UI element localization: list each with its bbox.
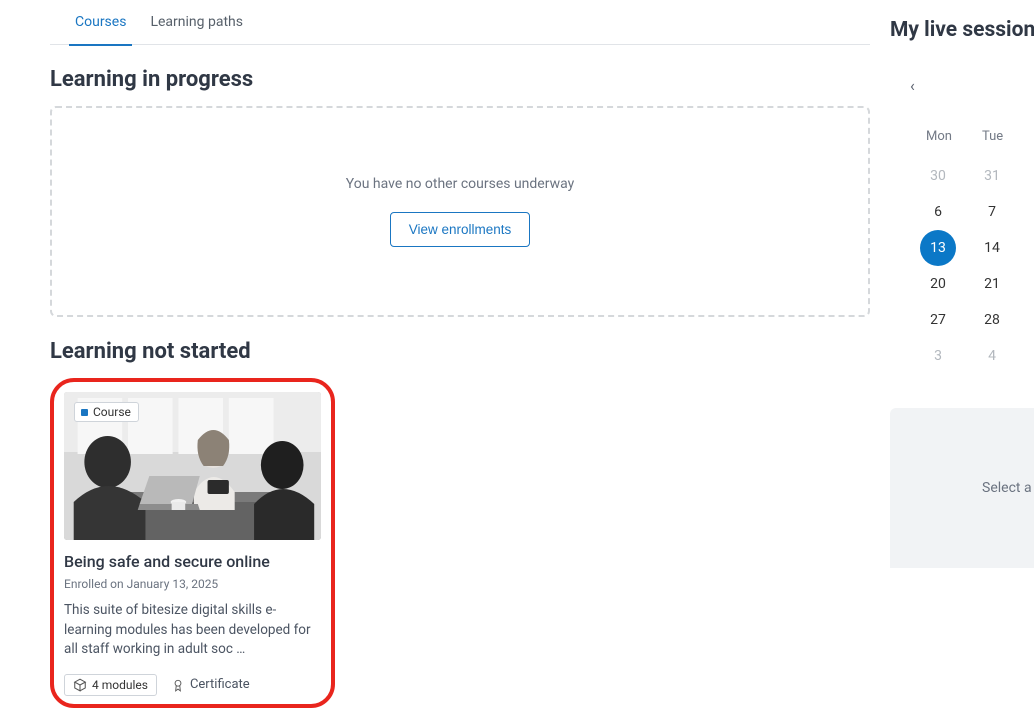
course-card-meta: 4 modules Certificate [64,674,321,696]
course-card-enrolled-date: Enrolled on January 13, 2025 [64,577,321,591]
calendar-day-headers: Mon Tue [890,129,1034,144]
course-card-image: Course [64,392,321,540]
calendar-day[interactable]: 20 [926,276,950,292]
calendar-nav: ‹ [890,76,1034,95]
certificate-text: Certificate [190,677,250,692]
calendar-prev-icon[interactable]: ‹ [910,76,915,95]
day-header-mon: Mon [926,129,952,144]
empty-courses-message: You have no other courses underway [346,176,574,192]
section-learning-not-started-title: Learning not started [50,339,870,364]
calendar-day-selected[interactable]: 13 [926,240,950,256]
tab-learning-paths[interactable]: Learning paths [150,2,243,42]
sidebar-title: My live session [890,18,1034,42]
in-progress-empty-box: You have no other courses underway View … [50,106,870,317]
calendar-day[interactable]: 6 [926,204,950,220]
tab-courses[interactable]: Courses [75,2,126,42]
calendar-day[interactable]: 21 [980,276,1004,292]
calendar-day[interactable]: 14 [980,240,1004,256]
course-card-description: This suite of bitesize digital skills e-… [64,601,321,660]
calendar-day[interactable]: 31 [980,168,1004,184]
tabs: Courses Learning paths [50,0,870,45]
day-header-tue: Tue [982,129,1003,144]
calendar-day[interactable]: 27 [926,312,950,328]
calendar-day[interactable]: 4 [980,348,1004,364]
modules-chip: 4 modules [64,674,157,696]
modules-count-label: 4 modules [92,678,148,692]
cube-icon [73,678,87,692]
course-card-title: Being safe and secure online [64,552,321,571]
course-card[interactable]: Course Being safe and secure online Enro… [50,378,335,708]
calendar-grid: 30 31 6 7 13 14 20 21 27 28 3 4 [890,158,1034,374]
certificate-icon [171,678,185,692]
calendar-day[interactable]: 7 [980,204,1004,220]
course-type-badge: Course [74,402,139,422]
section-learning-in-progress-title: Learning in progress [50,67,870,92]
calendar-select-panel: Select a [890,408,1034,568]
calendar-day[interactable]: 3 [926,348,950,364]
calendar-day[interactable]: 30 [926,168,950,184]
view-enrollments-button[interactable]: View enrollments [390,212,531,247]
certificate-label: Certificate [171,677,250,692]
calendar-day[interactable]: 28 [980,312,1004,328]
